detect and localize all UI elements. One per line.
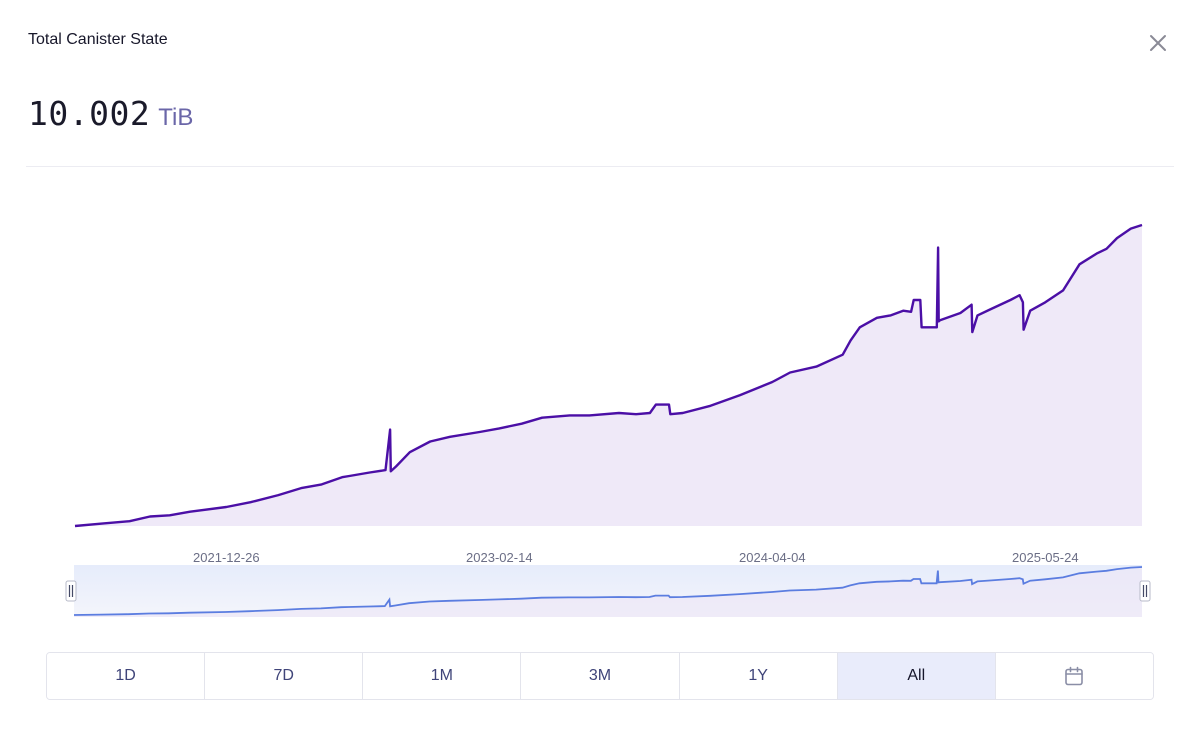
calendar-icon xyxy=(1065,666,1084,686)
range-all-button[interactable]: All xyxy=(837,653,996,699)
header-divider xyxy=(26,166,1174,167)
current-value-display: 10.002 TiB xyxy=(28,94,193,133)
navigator-left-handle[interactable] xyxy=(65,580,77,602)
date-picker-button[interactable] xyxy=(995,653,1153,699)
close-icon xyxy=(1150,35,1166,51)
range-1m-button[interactable]: 1M xyxy=(363,653,522,699)
range-3m-button[interactable]: 3M xyxy=(521,653,680,699)
value-unit: TiB xyxy=(158,104,194,131)
range-1y-button[interactable]: 1Y xyxy=(679,653,838,699)
range-navigator[interactable] xyxy=(0,560,1200,624)
navigator-right-handle[interactable] xyxy=(1139,580,1151,602)
range-selector: 1D 7D 1M 3M 1Y All xyxy=(46,652,1154,700)
main-chart: 2021-12-26 2023-02-14 2024-04-04 2025-05-24 xyxy=(74,223,1143,565)
range-1d-button[interactable]: 1D xyxy=(47,653,206,699)
range-7d-button[interactable]: 7D xyxy=(205,653,364,699)
series-area xyxy=(75,225,1142,526)
panel-title: Total Canister State xyxy=(28,31,168,48)
current-value: 10.002 xyxy=(28,94,151,133)
close-button[interactable] xyxy=(1146,31,1170,55)
